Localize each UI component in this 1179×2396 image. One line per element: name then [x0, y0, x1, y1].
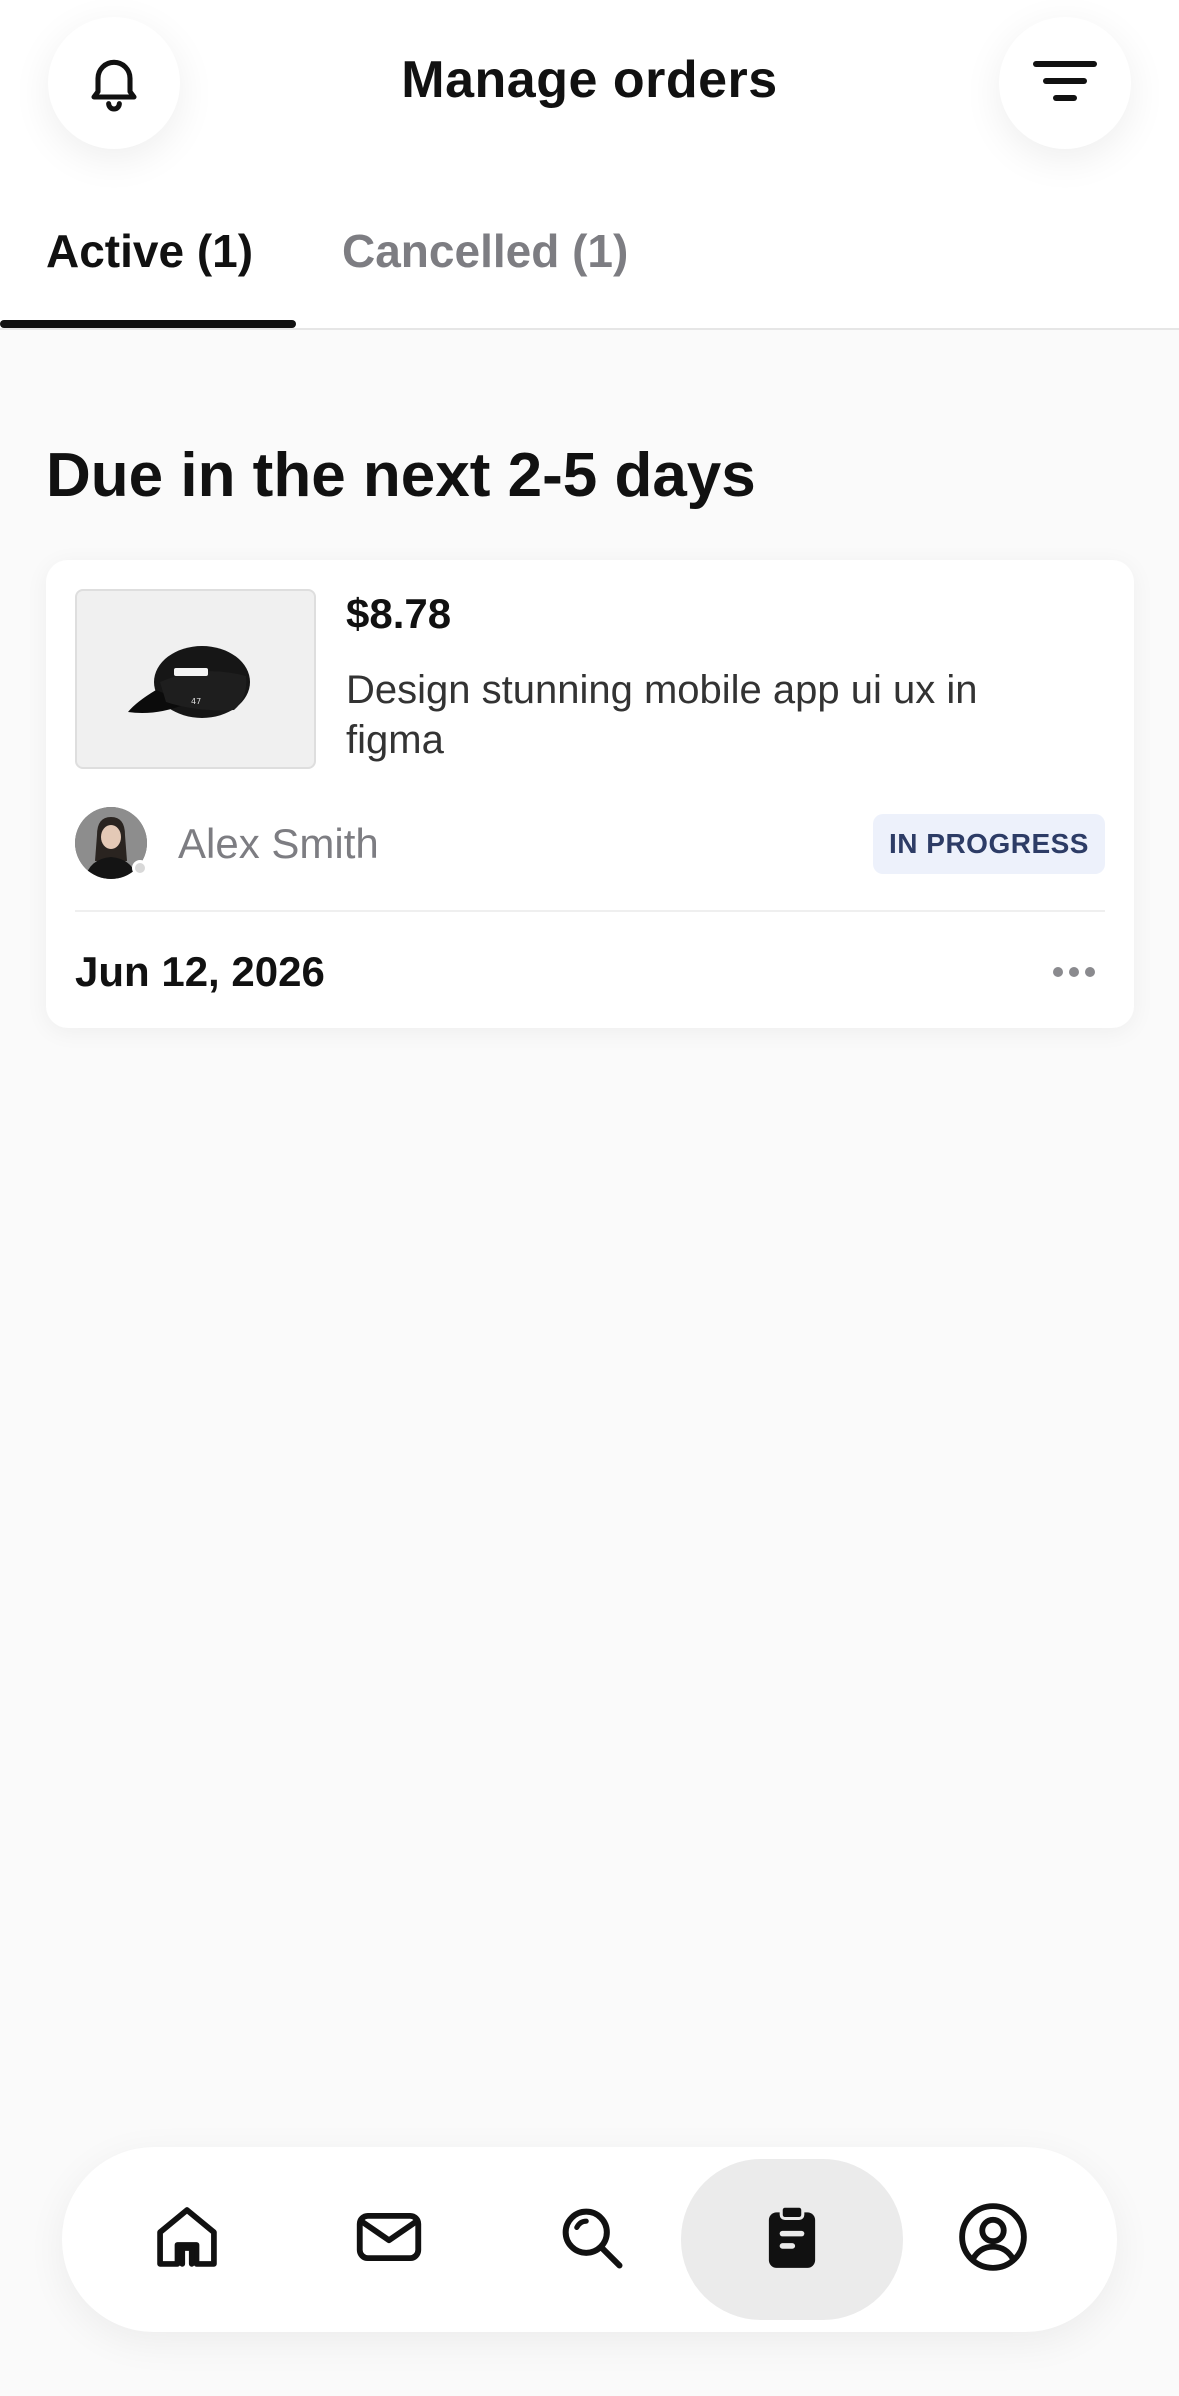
order-tabs: Active (1) Cancelled (1) [0, 210, 1179, 330]
due-date: Jun 12, 2026 [75, 948, 325, 995]
nav-home[interactable] [76, 2159, 298, 2320]
mail-icon [350, 2198, 428, 2281]
order-card[interactable]: 47 $8.78 Design stunning mobile app ui u… [46, 560, 1134, 1028]
active-tab-indicator [0, 320, 296, 328]
home-icon [149, 2199, 225, 2280]
cap-product-image: 47 [75, 589, 316, 769]
tabs-divider [0, 328, 1179, 330]
nav-profile[interactable] [882, 2159, 1104, 2320]
header: Manage orders Active (1) Cancelled (1) [0, 0, 1179, 330]
online-status-dot [132, 860, 148, 876]
tab-active[interactable]: Active (1) [46, 224, 253, 278]
nav-orders[interactable] [681, 2159, 903, 2320]
nav-search[interactable] [480, 2159, 702, 2320]
order-description: Design stunning mobile app ui ux in figm… [346, 668, 978, 762]
user-icon [954, 2198, 1032, 2281]
seller-name: Alex Smith [178, 820, 379, 867]
tab-cancelled[interactable]: Cancelled (1) [342, 224, 628, 278]
manage-orders-screen: Manage orders Active (1) Cancelled (1) D… [0, 0, 1179, 2396]
nav-inbox[interactable] [278, 2159, 500, 2320]
ellipsis-icon [1053, 967, 1095, 977]
clipboard-icon [755, 2200, 829, 2279]
search-icon [553, 2199, 629, 2280]
more-options-button[interactable] [1044, 952, 1104, 992]
status-badge: IN PROGRESS [873, 814, 1105, 874]
filter-button[interactable] [999, 17, 1131, 149]
card-divider [75, 910, 1105, 912]
section-title: Due in the next 2-5 days [46, 441, 756, 510]
order-price: $8.78 [346, 590, 452, 637]
bottom-navigation [62, 2147, 1117, 2332]
filter-icon [1030, 56, 1100, 111]
svg-text:47: 47 [191, 697, 201, 706]
